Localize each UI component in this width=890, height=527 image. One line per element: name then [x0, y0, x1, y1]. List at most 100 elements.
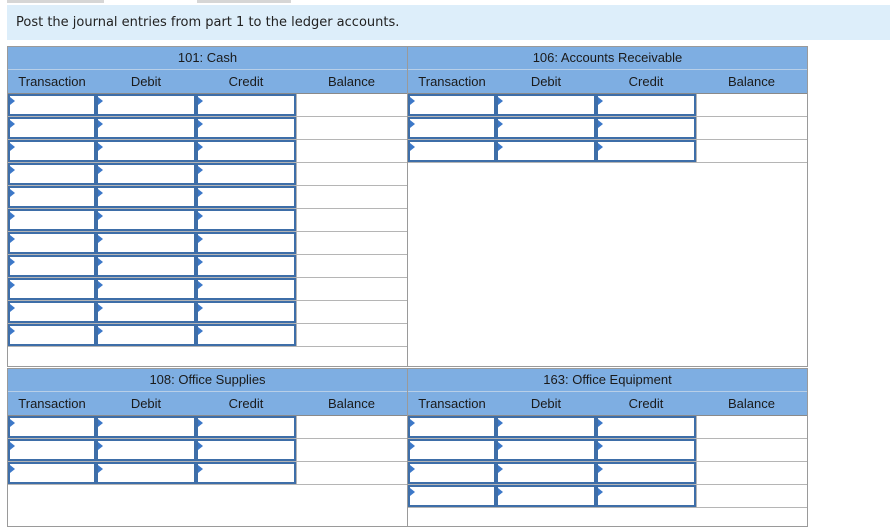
debit-input[interactable]	[496, 140, 596, 162]
debit-input[interactable]	[96, 278, 196, 300]
credit-input[interactable]	[596, 416, 696, 438]
debit-input[interactable]	[496, 94, 596, 116]
dropdown-marker-icon	[198, 235, 203, 243]
credit-input[interactable]	[196, 324, 296, 346]
dropdown-marker-icon	[98, 304, 103, 312]
transaction-input[interactable]	[8, 462, 96, 484]
balance-cell	[696, 462, 807, 484]
instruction-text: Post the journal entries from part 1 to …	[7, 5, 890, 40]
transaction-input[interactable]	[8, 301, 96, 323]
credit-input[interactable]	[196, 186, 296, 208]
debit-input[interactable]	[496, 485, 596, 507]
credit-input[interactable]	[596, 117, 696, 139]
transaction-input[interactable]	[8, 117, 96, 139]
balance-cell	[696, 117, 807, 139]
credit-input[interactable]	[196, 439, 296, 461]
transaction-input[interactable]	[408, 416, 496, 438]
debit-input[interactable]	[96, 94, 196, 116]
balance-cell	[696, 416, 807, 438]
transaction-input[interactable]	[8, 439, 96, 461]
balance-cell	[296, 324, 407, 346]
debit-input[interactable]	[96, 462, 196, 484]
transaction-input[interactable]	[408, 439, 496, 461]
debit-input[interactable]	[96, 439, 196, 461]
transaction-input[interactable]	[8, 255, 96, 277]
transaction-input[interactable]	[408, 140, 496, 162]
ledger-row	[8, 140, 407, 163]
debit-input[interactable]	[96, 301, 196, 323]
ledger-title: 108: Office Supplies	[8, 369, 407, 392]
dropdown-marker-icon	[10, 465, 15, 473]
transaction-input[interactable]	[8, 324, 96, 346]
ledger-title: 106: Accounts Receivable	[408, 47, 807, 70]
credit-input[interactable]	[196, 462, 296, 484]
transaction-input[interactable]	[8, 209, 96, 231]
dropdown-marker-icon	[98, 189, 103, 197]
credit-input[interactable]	[596, 439, 696, 461]
transaction-input[interactable]	[8, 140, 96, 162]
dropdown-marker-icon	[98, 281, 103, 289]
credit-input[interactable]	[196, 209, 296, 231]
column-header-credit: Credit	[228, 396, 264, 411]
transaction-input[interactable]	[8, 232, 96, 254]
debit-input[interactable]	[96, 209, 196, 231]
dropdown-marker-icon	[98, 442, 103, 450]
transaction-input[interactable]	[8, 94, 96, 116]
ledger-row	[8, 301, 407, 324]
dropdown-marker-icon	[10, 327, 15, 335]
column-header-debit: Debit	[130, 396, 162, 411]
debit-input[interactable]	[96, 186, 196, 208]
debit-input[interactable]	[496, 439, 596, 461]
debit-input[interactable]	[96, 416, 196, 438]
debit-input[interactable]	[96, 163, 196, 185]
transaction-input[interactable]	[8, 416, 96, 438]
balance-cell	[696, 485, 807, 507]
debit-input[interactable]	[96, 324, 196, 346]
column-header-balance: Balance	[728, 396, 775, 411]
transaction-input[interactable]	[408, 117, 496, 139]
dropdown-marker-icon	[10, 419, 15, 427]
debit-input[interactable]	[496, 462, 596, 484]
credit-input[interactable]	[596, 140, 696, 162]
debit-input[interactable]	[496, 117, 596, 139]
credit-input[interactable]	[596, 485, 696, 507]
dropdown-marker-icon	[498, 120, 503, 128]
debit-input[interactable]	[96, 232, 196, 254]
dropdown-marker-icon	[98, 166, 103, 174]
transaction-input[interactable]	[408, 462, 496, 484]
dropdown-marker-icon	[198, 212, 203, 220]
credit-input[interactable]	[196, 163, 296, 185]
transaction-input[interactable]	[8, 278, 96, 300]
dropdown-marker-icon	[10, 189, 15, 197]
credit-input[interactable]	[196, 416, 296, 438]
dropdown-marker-icon	[198, 258, 203, 266]
transaction-input[interactable]	[408, 94, 496, 116]
ledger-row	[8, 416, 407, 439]
debit-input[interactable]	[96, 140, 196, 162]
balance-cell	[296, 462, 407, 484]
transaction-input[interactable]	[8, 163, 96, 185]
credit-input[interactable]	[196, 278, 296, 300]
balance-cell	[296, 439, 407, 461]
credit-input[interactable]	[596, 94, 696, 116]
credit-input[interactable]	[196, 301, 296, 323]
balance-cell	[296, 255, 407, 277]
debit-input[interactable]	[96, 255, 196, 277]
credit-input[interactable]	[196, 232, 296, 254]
dropdown-marker-icon	[198, 442, 203, 450]
dropdown-marker-icon	[598, 120, 603, 128]
ledger-row	[408, 94, 807, 117]
ledger-accounts-receivable: 106: Accounts Receivable Transaction Debit…	[407, 46, 808, 367]
column-header-balance: Balance	[328, 74, 375, 89]
credit-input[interactable]	[196, 255, 296, 277]
credit-input[interactable]	[196, 117, 296, 139]
column-header-credit: Credit	[628, 74, 664, 89]
credit-input[interactable]	[596, 462, 696, 484]
transaction-input[interactable]	[8, 186, 96, 208]
debit-input[interactable]	[96, 117, 196, 139]
dropdown-marker-icon	[10, 120, 15, 128]
credit-input[interactable]	[196, 94, 296, 116]
transaction-input[interactable]	[408, 485, 496, 507]
debit-input[interactable]	[496, 416, 596, 438]
credit-input[interactable]	[196, 140, 296, 162]
